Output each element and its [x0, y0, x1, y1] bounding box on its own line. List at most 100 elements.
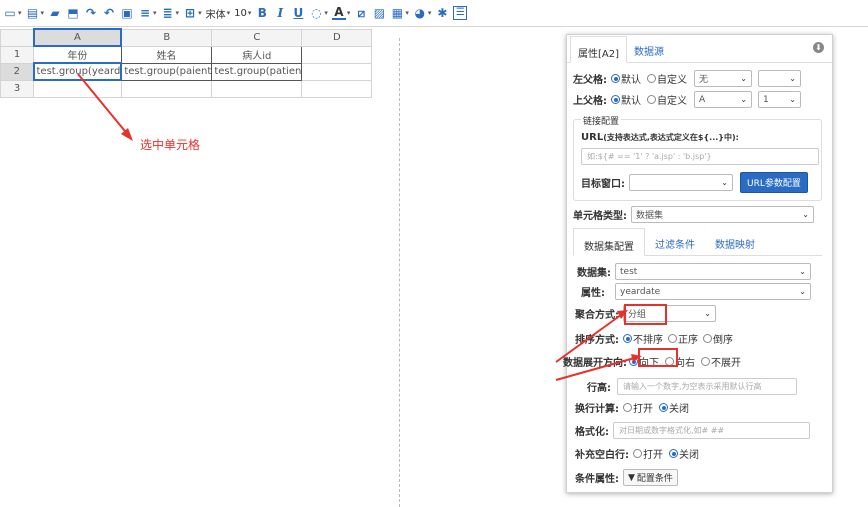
cell-b2[interactable]: test.group(paient: [120, 62, 213, 81]
top-parent-select-2[interactable]: 1 ⌄: [758, 91, 801, 108]
annotation-label: 选中单元格: [140, 138, 201, 152]
column-header-a[interactable]: A: [32, 28, 123, 47]
left-parent-select[interactable]: 无 ⌄: [694, 70, 752, 87]
corner-cell: [0, 28, 34, 47]
open-button[interactable]: ▰: [48, 3, 62, 23]
row-height-input[interactable]: 请输入一个数字,为空表示采用默认行高: [617, 378, 797, 395]
url-input[interactable]: 如:${# == '1' ? 'a.jsp' : 'b.jsp'}: [581, 148, 819, 165]
top-parent-label: 上父格:: [573, 96, 607, 107]
cell-d2[interactable]: [301, 62, 373, 81]
tab-filter[interactable]: 过滤条件: [645, 227, 705, 255]
qrcode-button[interactable]: ▦ ▾: [390, 3, 409, 23]
cell-c1[interactable]: 病人id: [211, 45, 303, 64]
sort-row: 排序方式: 不排序 正序 倒序: [575, 331, 733, 346]
image-button[interactable]: ▨: [372, 3, 386, 23]
url-hint: (支持表达式,表达式定义在${...}中):: [603, 133, 739, 142]
merge-button[interactable]: ▣: [120, 3, 134, 23]
dataset-row: 数据集: test ⌄: [577, 263, 811, 280]
fill-color-button[interactable]: ◌ ▾: [309, 3, 328, 23]
wrap-on-radio[interactable]: [623, 403, 632, 412]
tab-properties[interactable]: 属性[A2]: [570, 36, 628, 63]
chevron-down-icon: ⌄: [802, 210, 809, 219]
tab-dataset-config[interactable]: 数据集配置: [573, 228, 645, 256]
export-button[interactable]: ⬒: [66, 3, 80, 23]
cell-d3[interactable]: [301, 79, 373, 98]
dataset-label: 数据集:: [577, 268, 611, 279]
font-color-button[interactable]: A ▾: [331, 3, 350, 23]
row-header-1[interactable]: 1: [0, 45, 34, 64]
border-icon: ⊞: [185, 6, 196, 20]
row-header-3[interactable]: 3: [0, 79, 34, 98]
top-parent-default-radio[interactable]: [611, 95, 620, 104]
top-parent-custom-radio[interactable]: [647, 95, 656, 104]
expand-none-label: 不展开: [711, 358, 741, 369]
chevron-down-icon: ⌄: [704, 309, 711, 318]
row-header-2[interactable]: 2: [0, 62, 34, 81]
tab-data-mapping[interactable]: 数据映射: [705, 227, 765, 255]
top-parent-select[interactable]: A ⌄: [694, 91, 752, 108]
preview-icon: ▭: [4, 6, 16, 20]
preview-button[interactable]: ▭ ▾: [3, 3, 21, 23]
redo-button[interactable]: ↷: [84, 3, 98, 23]
cell-type-select[interactable]: 数据集 ⌄: [631, 206, 814, 223]
property-select[interactable]: yeardate ⌄: [615, 283, 811, 300]
sort-none-radio[interactable]: [623, 334, 632, 343]
column-header-d[interactable]: D: [301, 28, 373, 47]
sort-desc-radio[interactable]: [703, 334, 712, 343]
cell-a2[interactable]: test.group(yeard: [32, 62, 123, 81]
sort-asc-radio[interactable]: [668, 334, 677, 343]
underline-button[interactable]: U: [291, 3, 305, 23]
expand-down-radio[interactable]: [629, 357, 638, 366]
fill-blank-off-radio[interactable]: [669, 449, 678, 458]
italic-button[interactable]: I: [273, 3, 287, 23]
font-size-select[interactable]: 10 ▾: [234, 3, 251, 23]
folder-icon: ▰: [50, 6, 60, 20]
cell-b1[interactable]: 姓名: [120, 45, 213, 64]
italic-icon: I: [277, 6, 284, 20]
cell-a3[interactable]: [33, 79, 122, 98]
expand-none-radio[interactable]: [701, 357, 710, 366]
clear-format-button[interactable]: ⧄: [354, 3, 368, 23]
border-button[interactable]: ⊞ ▾: [183, 3, 202, 23]
format-input[interactable]: 对日期或数字格式化,如# ##: [613, 422, 810, 439]
settings-button[interactable]: ✱: [435, 3, 449, 23]
image-icon: ▨: [373, 6, 386, 20]
save-button[interactable]: ▤ ▾: [26, 3, 44, 23]
sort-desc-label: 倒序: [713, 335, 733, 346]
valign-button[interactable]: ≣ ▾: [161, 3, 180, 23]
left-parent-default-radio[interactable]: [611, 74, 620, 83]
column-header-c[interactable]: C: [211, 28, 303, 47]
expand-right-label: 向右: [675, 358, 695, 369]
tab-datasource[interactable]: 数据源: [627, 35, 671, 62]
cell-c2[interactable]: test.group(patien: [211, 62, 303, 81]
font-name-select[interactable]: 宋体 ▾: [206, 3, 231, 23]
cell-a1[interactable]: 年份: [33, 45, 122, 64]
undo-icon: ↶: [104, 6, 115, 20]
chevron-down-icon: ⌄: [789, 95, 796, 104]
dataset-subtabs: 数据集配置 过滤条件 数据映射: [573, 227, 822, 256]
undo-button[interactable]: ↶: [102, 3, 116, 23]
chart-button[interactable]: ◕ ▾: [413, 3, 432, 23]
bold-button[interactable]: B: [255, 3, 269, 23]
left-parent-label: 左父格:: [573, 75, 607, 86]
data-button[interactable]: ☰: [453, 3, 468, 23]
target-window-select[interactable]: ⌄: [629, 174, 733, 191]
wrap-on-label: 打开: [633, 404, 653, 415]
aggregate-label: 聚合方式:: [575, 310, 619, 321]
condition-config-button[interactable]: ▼ 配置条件: [623, 469, 678, 486]
left-parent-select-2[interactable]: ⌄: [758, 70, 801, 87]
left-parent-custom-radio[interactable]: [647, 74, 656, 83]
cell-b3[interactable]: [120, 79, 213, 98]
url-params-button[interactable]: URL参数配置: [740, 172, 808, 193]
dataset-select[interactable]: test ⌄: [615, 263, 811, 280]
align-button[interactable]: ≡ ▾: [138, 3, 157, 23]
download-icon[interactable]: ⬇: [813, 42, 824, 53]
condition-label: 条件属性:: [575, 474, 619, 485]
column-header-b[interactable]: B: [120, 28, 213, 47]
fill-blank-off-label: 关闭: [679, 450, 699, 461]
wrap-off-radio[interactable]: [659, 403, 668, 412]
fill-blank-on-radio[interactable]: [633, 449, 642, 458]
cell-d1[interactable]: [301, 45, 373, 64]
cell-c3[interactable]: [211, 79, 303, 98]
chevron-down-icon: ⌄: [740, 74, 747, 83]
